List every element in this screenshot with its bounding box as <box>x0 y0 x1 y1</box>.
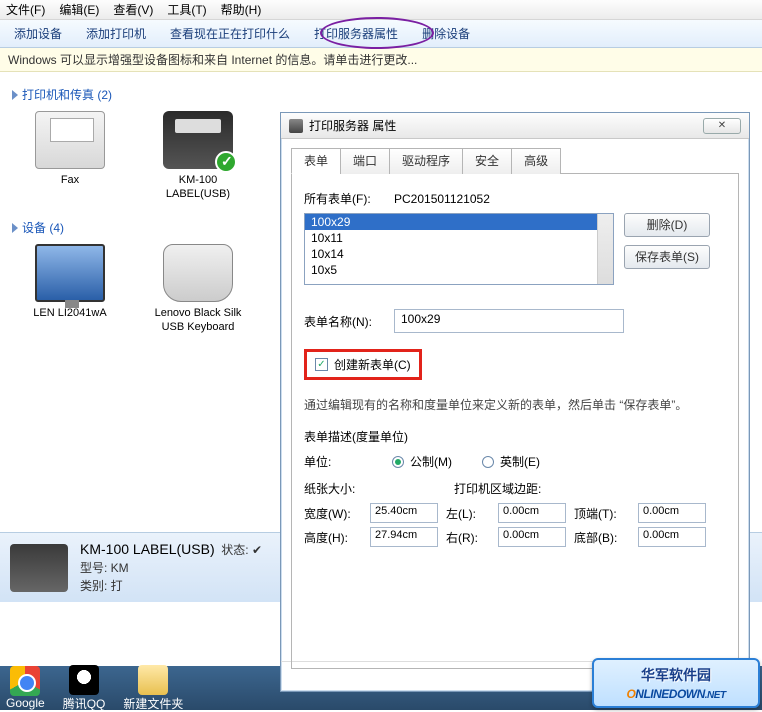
print-server-props-dialog: 打印服务器 属性 ✕ 表单 端口 驱动程序 安全 高级 所有表单(F): PC2… <box>280 112 750 692</box>
menu-view[interactable]: 查看(V) <box>113 1 153 18</box>
device-keyboard[interactable]: Lenovo Black Silk USB Keyboard <box>148 244 248 334</box>
fax-icon <box>35 111 105 169</box>
right-label: 右(R): <box>446 529 490 546</box>
form-name-label: 表单名称(N): <box>304 313 394 330</box>
device-label: KM-100 LABEL(USB) <box>148 173 248 201</box>
status-model: 型号: KM <box>80 561 129 575</box>
all-forms-label: 所有表单(F): <box>304 190 394 207</box>
device-fax[interactable]: Fax <box>20 111 120 201</box>
taskbar-label: 腾讯QQ <box>63 695 106 712</box>
save-form-button[interactable]: 保存表单(S) <box>624 245 710 269</box>
form-name-input[interactable]: 100x29 <box>394 309 624 333</box>
taskbar-label: 新建文件夹 <box>123 695 183 712</box>
radio-imperial[interactable] <box>482 456 494 468</box>
list-item[interactable]: 100x29 <box>305 214 613 230</box>
unit-label: 单位: <box>304 453 362 470</box>
right-input[interactable]: 0.00cm <box>498 527 566 547</box>
create-new-checkbox[interactable]: ✓ <box>315 358 328 371</box>
tab-drivers[interactable]: 驱动程序 <box>389 148 463 174</box>
menu-help[interactable]: 帮助(H) <box>221 1 262 18</box>
status-category: 类别: 打 <box>80 579 123 593</box>
qq-icon <box>69 665 99 695</box>
chevron-icon <box>12 223 18 233</box>
close-button[interactable]: ✕ <box>703 118 741 134</box>
watermark-logo: 华军软件园 ONLINEDOWN.NET <box>592 658 760 708</box>
create-new-label: 创建新表单(C) <box>334 356 411 373</box>
server-name: PC201501121052 <box>394 192 490 206</box>
printer-icon <box>10 544 68 592</box>
desc-title: 表单描述(度量单位) <box>304 428 726 445</box>
radio-metric[interactable] <box>392 456 404 468</box>
status-state-label: 状态: <box>221 543 248 557</box>
scrollbar[interactable] <box>597 214 613 284</box>
taskbar-qq[interactable]: 腾讯QQ <box>63 665 106 712</box>
forms-listbox[interactable]: 100x29 10x11 10x14 10x5 <box>304 213 614 285</box>
paper-size-label: 纸张大小: <box>304 480 454 497</box>
device-monitor[interactable]: LEN LI2041wA <box>20 244 120 334</box>
menubar: 文件(F) 编辑(E) 查看(V) 工具(T) 帮助(H) <box>0 0 762 20</box>
printer-icon <box>163 111 233 169</box>
tb-see-printing[interactable]: 查看现在正在打印什么 <box>170 25 290 42</box>
default-check-icon <box>215 151 237 173</box>
monitor-icon <box>35 244 105 302</box>
taskbar-folder[interactable]: 新建文件夹 <box>123 665 183 712</box>
radio-imperial-label: 英制(E) <box>500 453 540 470</box>
bottom-input[interactable]: 0.00cm <box>638 527 706 547</box>
tab-pane-forms: 所有表单(F): PC201501121052 100x29 10x11 10x… <box>291 174 739 669</box>
taskbar-chrome[interactable]: Google <box>6 666 45 710</box>
chrome-icon <box>10 666 40 696</box>
annotation-red-box: ✓ 创建新表单(C) <box>304 349 422 380</box>
width-label: 宽度(W): <box>304 505 362 522</box>
help-text: 通过编辑现有的名称和度量单位来定义新的表单，然后单击 “保存表单”。 <box>304 396 726 414</box>
device-label: Fax <box>20 173 120 187</box>
section-devices-title: 设备 (4) <box>22 219 64 236</box>
info-text: Windows 可以显示增强型设备图标和来自 Internet 的信息。请单击进… <box>8 51 417 68</box>
bottom-label: 底部(B): <box>574 529 630 546</box>
chevron-icon <box>12 90 18 100</box>
device-km100[interactable]: KM-100 LABEL(USB) <box>148 111 248 201</box>
keyboard-icon <box>163 244 233 302</box>
form-description-group: 表单描述(度量单位) 单位: 公制(M) 英制(E) 纸张大小: 打印机区域边距… <box>304 428 726 547</box>
list-item[interactable]: 10x11 <box>305 230 613 246</box>
radio-metric-label: 公制(M) <box>410 453 452 470</box>
margin-label: 打印机区域边距: <box>454 480 541 497</box>
top-input[interactable]: 0.00cm <box>638 503 706 523</box>
width-input[interactable]: 25.40cm <box>370 503 438 523</box>
list-item[interactable]: 10x14 <box>305 246 613 262</box>
section-printers[interactable]: 打印机和传真 (2) <box>12 86 750 103</box>
dialog-titlebar[interactable]: 打印服务器 属性 ✕ <box>281 113 749 139</box>
delete-button[interactable]: 删除(D) <box>624 213 710 237</box>
tab-forms[interactable]: 表单 <box>291 148 341 174</box>
tb-server-props[interactable]: 打印服务器属性 <box>314 25 398 42</box>
status-text: KM-100 LABEL(USB) 状态: ✔ 型号: KM 类别: 打 <box>80 540 262 595</box>
toolbar: 添加设备 添加打印机 查看现在正在打印什么 打印服务器属性 删除设备 <box>0 20 762 48</box>
top-label: 顶端(T): <box>574 505 630 522</box>
left-label: 左(L): <box>446 505 490 522</box>
left-input[interactable]: 0.00cm <box>498 503 566 523</box>
device-label: Lenovo Black Silk USB Keyboard <box>148 306 248 334</box>
height-input[interactable]: 27.94cm <box>370 527 438 547</box>
watermark-cn: 华军软件园 <box>641 665 711 685</box>
device-label: LEN LI2041wA <box>20 306 120 320</box>
menu-edit[interactable]: 编辑(E) <box>59 1 99 18</box>
tab-ports[interactable]: 端口 <box>340 148 390 174</box>
list-item[interactable]: 10x5 <box>305 262 613 278</box>
tabs: 表单 端口 驱动程序 安全 高级 <box>291 147 739 174</box>
watermark-en: ONLINEDOWN.NET <box>626 685 725 701</box>
printer-icon <box>289 119 303 133</box>
info-bar[interactable]: Windows 可以显示增强型设备图标和来自 Internet 的信息。请单击进… <box>0 48 762 72</box>
height-label: 高度(H): <box>304 529 362 546</box>
folder-icon <box>138 665 168 695</box>
menu-file[interactable]: 文件(F) <box>6 1 45 18</box>
tb-add-printer[interactable]: 添加打印机 <box>86 25 146 42</box>
tb-remove-device[interactable]: 删除设备 <box>422 25 470 42</box>
tab-security[interactable]: 安全 <box>462 148 512 174</box>
tab-advanced[interactable]: 高级 <box>511 148 561 174</box>
status-name: KM-100 LABEL(USB) <box>80 541 215 557</box>
dialog-title-text: 打印服务器 属性 <box>309 117 396 134</box>
taskbar-label: Google <box>6 696 45 710</box>
section-printers-title: 打印机和传真 (2) <box>22 86 112 103</box>
menu-tools[interactable]: 工具(T) <box>167 1 206 18</box>
tb-add-device[interactable]: 添加设备 <box>14 25 62 42</box>
